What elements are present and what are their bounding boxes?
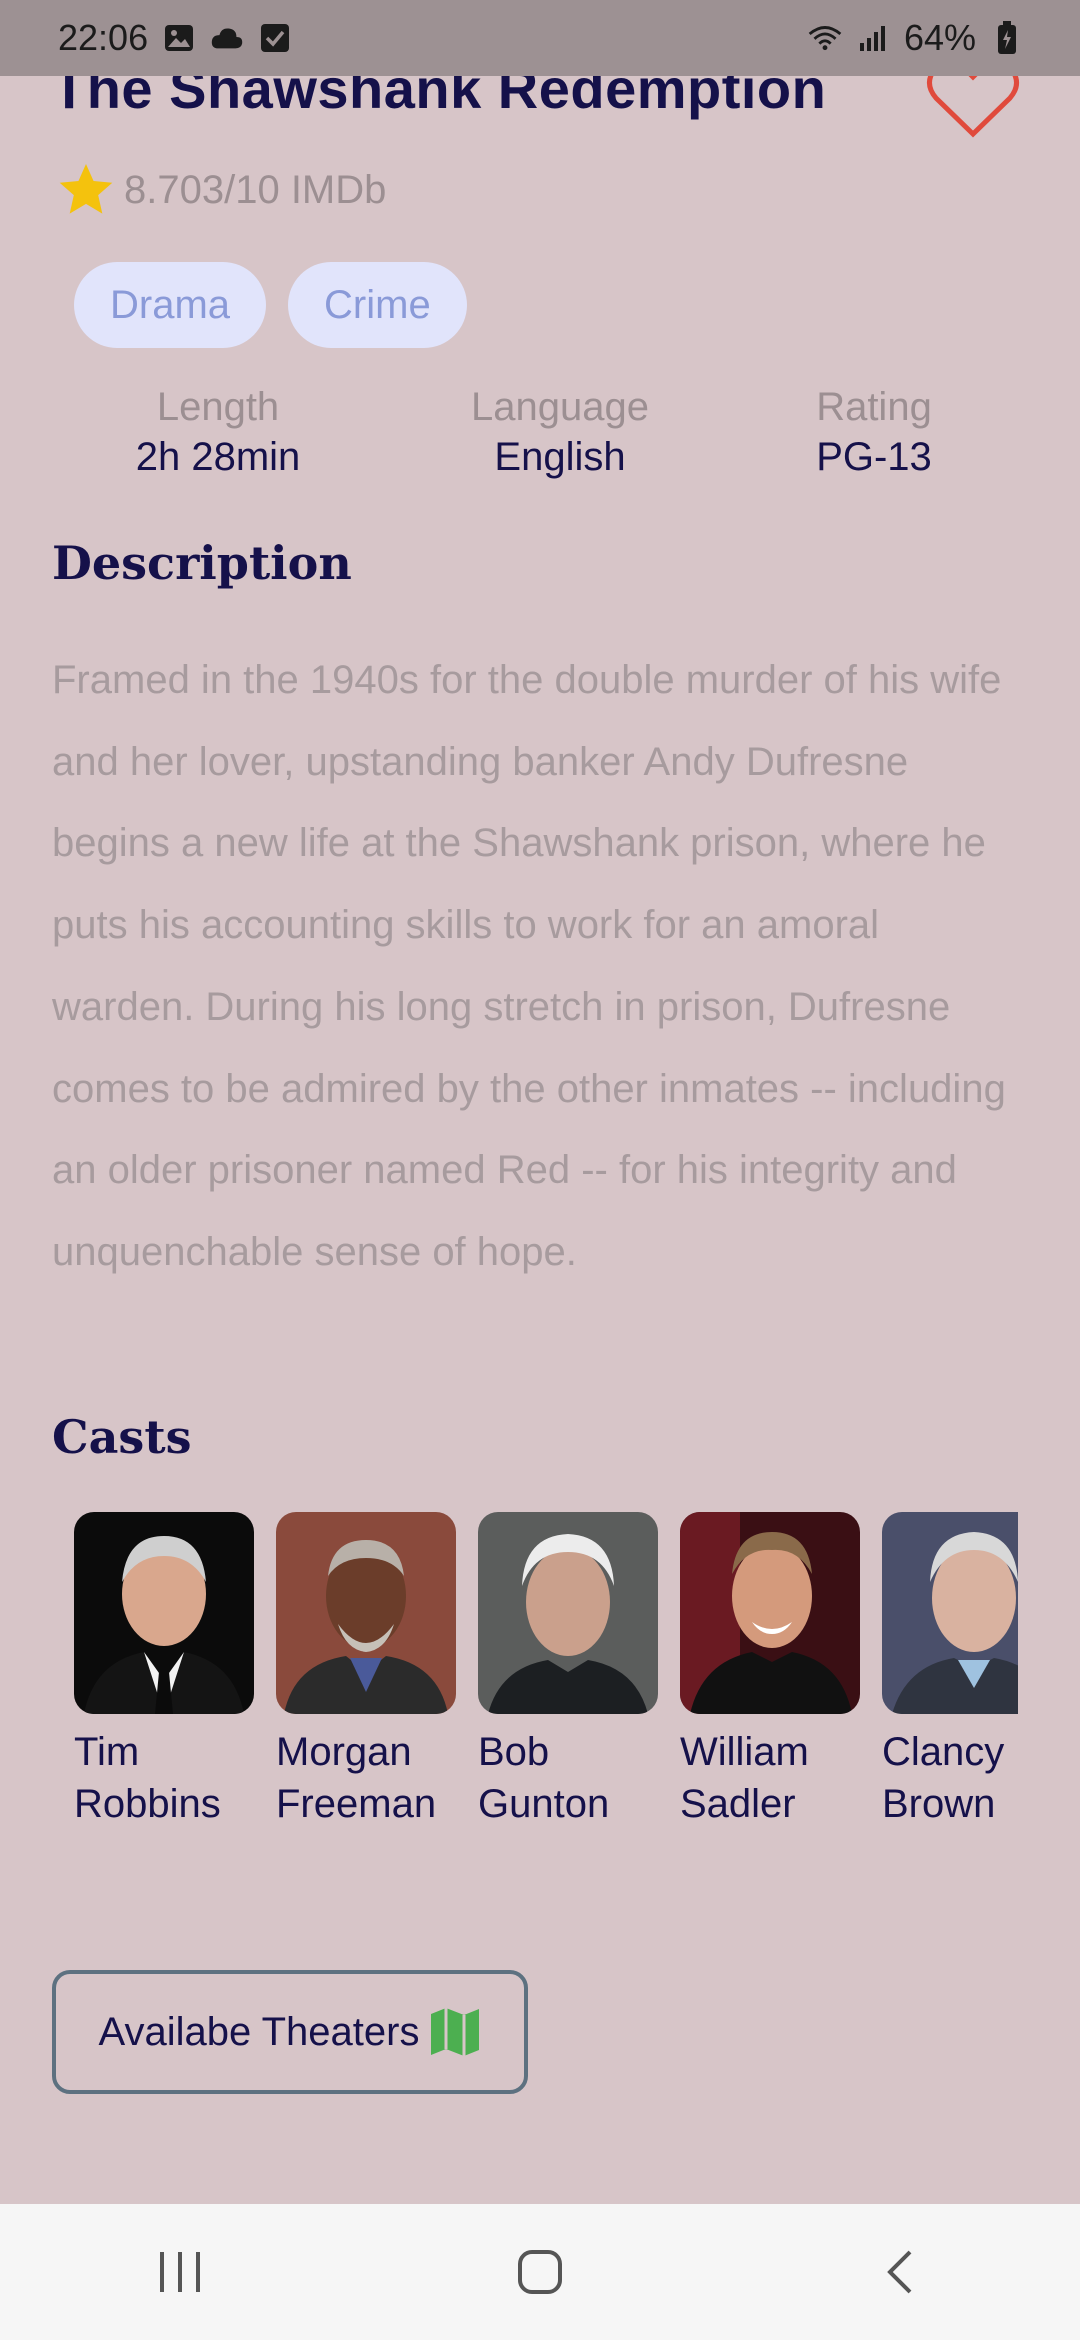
cast-name: Clancy Brown bbox=[882, 1726, 1018, 1830]
status-right: 64% bbox=[808, 17, 1024, 59]
recent-apps-icon bbox=[160, 2252, 200, 2292]
available-theaters-button[interactable]: Availabe Theaters bbox=[52, 1970, 528, 2094]
cast-photo bbox=[882, 1512, 1018, 1714]
genre-chip[interactable]: Crime bbox=[288, 262, 467, 348]
star-icon bbox=[59, 163, 113, 214]
genre-chips: Drama Crime bbox=[74, 262, 467, 348]
home-button[interactable] bbox=[490, 2232, 590, 2312]
stat-length: Length 2h 28min bbox=[88, 382, 348, 482]
movie-stats: Length 2h 28min Language English Rating … bbox=[0, 382, 1080, 502]
gallery-icon bbox=[162, 21, 196, 55]
stat-label: Rating bbox=[816, 385, 932, 429]
cast-item[interactable]: William Sadler bbox=[680, 1512, 860, 1832]
cast-photo bbox=[478, 1512, 658, 1714]
clock: 22:06 bbox=[58, 17, 149, 58]
cast-list[interactable]: Tim Robbins Morgan Freeman Bob Gunton Wi… bbox=[74, 1512, 1018, 1832]
description-text: Framed in the 1940s for the double murde… bbox=[52, 658, 1006, 1274]
stat-language: Language English bbox=[430, 382, 690, 482]
cast-last-name: Brown bbox=[882, 1782, 996, 1826]
cast-first-name: Bob bbox=[478, 1730, 550, 1774]
cast-first-name: Morgan bbox=[276, 1730, 412, 1774]
stat-label: Length bbox=[156, 385, 280, 429]
recent-apps-button[interactable] bbox=[130, 2232, 230, 2312]
back-icon bbox=[887, 2250, 912, 2294]
rating-text: 8.703/10 IMDb bbox=[124, 167, 387, 212]
cast-photo bbox=[680, 1512, 860, 1714]
status-left: 22:06 bbox=[58, 17, 292, 59]
stat-value: English bbox=[494, 435, 626, 479]
cast-name: William Sadler bbox=[680, 1726, 860, 1830]
cast-name: Morgan Freeman bbox=[276, 1726, 456, 1830]
theaters-button-label: Availabe Theaters bbox=[98, 2009, 420, 2054]
cast-first-name: Tim bbox=[74, 1730, 140, 1774]
cast-item[interactable]: Tim Robbins bbox=[74, 1512, 254, 1832]
stat-value: PG-13 bbox=[816, 435, 932, 479]
cast-name: Bob Gunton bbox=[478, 1726, 658, 1830]
signal-icon bbox=[856, 21, 890, 55]
cast-item[interactable]: Bob Gunton bbox=[478, 1512, 658, 1832]
casts-heading: Casts bbox=[52, 1410, 192, 1464]
cast-last-name: Sadler bbox=[680, 1782, 796, 1826]
cast-photo bbox=[276, 1512, 456, 1714]
cast-photo bbox=[74, 1512, 254, 1714]
wifi-icon bbox=[808, 21, 842, 55]
cast-last-name: Freeman bbox=[276, 1782, 437, 1826]
stat-label: Language bbox=[471, 385, 649, 429]
battery-icon bbox=[990, 21, 1024, 55]
cast-last-name: Gunton bbox=[478, 1782, 610, 1826]
imdb-rating: 8.703/10 IMDb bbox=[56, 162, 386, 218]
cast-item[interactable]: Clancy Brown bbox=[882, 1512, 1018, 1832]
stat-rating: Rating PG-13 bbox=[744, 382, 1004, 482]
map-icon bbox=[431, 2008, 480, 2056]
stat-value: 2h 28min bbox=[135, 435, 301, 479]
status-bar: 22:06 64% bbox=[0, 0, 1080, 76]
back-button[interactable] bbox=[850, 2232, 950, 2312]
cast-name: Tim Robbins bbox=[74, 1726, 254, 1830]
cast-last-name: Robbins bbox=[74, 1782, 221, 1826]
home-icon bbox=[518, 2250, 562, 2294]
battery-level: 64% bbox=[903, 17, 976, 58]
cloud-icon bbox=[210, 21, 244, 55]
checkbox-icon bbox=[258, 21, 292, 55]
cast-first-name: Clancy bbox=[882, 1730, 1005, 1774]
cast-item[interactable]: Morgan Freeman bbox=[276, 1512, 456, 1832]
cast-first-name: William bbox=[680, 1730, 809, 1774]
navigation-bar bbox=[0, 2204, 1080, 2340]
genre-chip[interactable]: Drama bbox=[74, 262, 267, 348]
description-heading: Description bbox=[52, 536, 352, 590]
